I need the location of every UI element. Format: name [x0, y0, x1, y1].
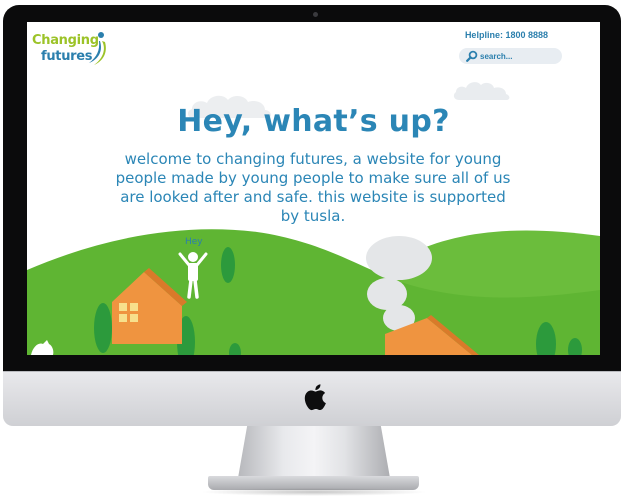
figure-speech-label: Hey: [185, 237, 203, 247]
camera-icon: [313, 12, 318, 17]
apple-logo-icon: [304, 384, 326, 411]
website-screen: Changing futures Helpline: 1800 8888 Hey…: [27, 22, 600, 355]
landscape-illustration: [27, 229, 600, 355]
monitor-stand-neck: [238, 426, 390, 478]
tree: [221, 247, 235, 283]
tree: [94, 303, 112, 353]
monitor-shadow: [200, 488, 428, 496]
